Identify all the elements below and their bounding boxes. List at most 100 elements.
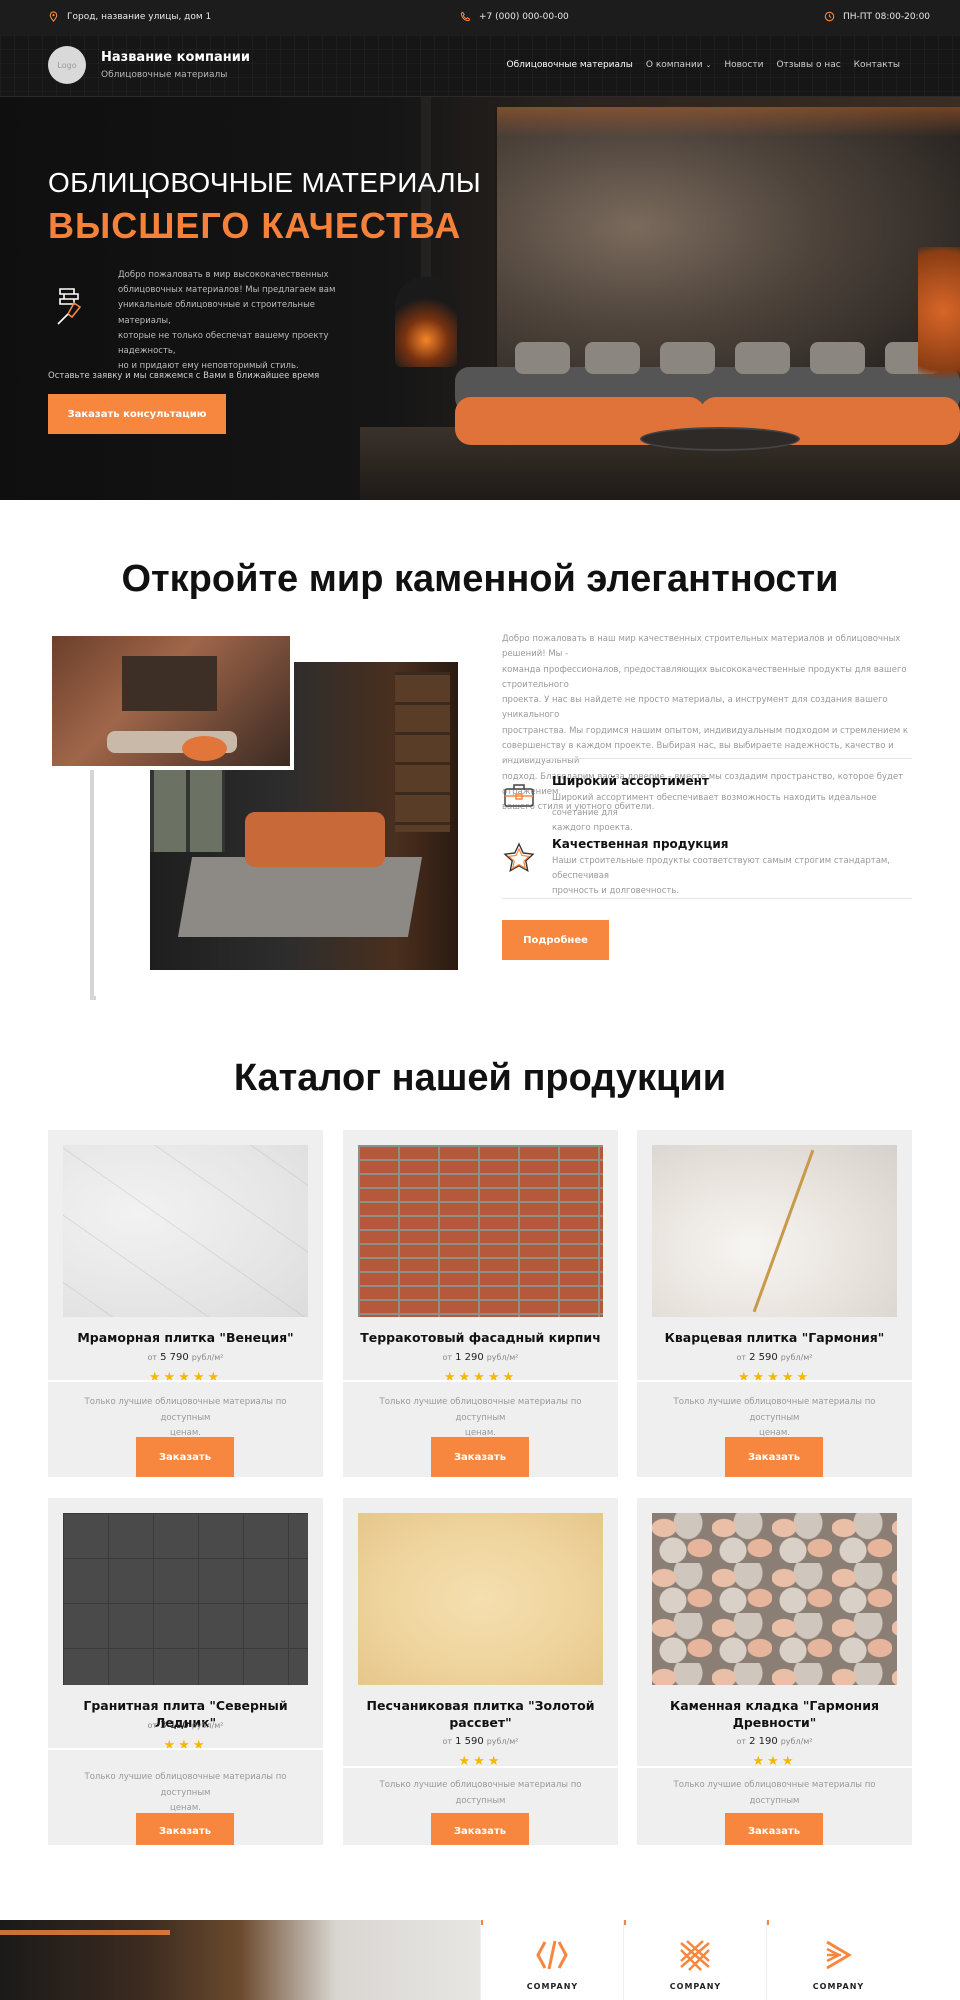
star-outline-icon	[503, 842, 535, 872]
about-text-line: пространства. Мы гордимся нашим опытом, …	[502, 725, 909, 736]
price-prefix: от	[442, 1737, 453, 1746]
phone-item[interactable]: +7 (000) 000-00-00	[460, 11, 569, 22]
hero-title-line1: ОБЛИЦОВОЧНЫЕ МАТЕРИАЛЫ	[48, 167, 482, 198]
feature-title: Широкий ассортимент	[552, 774, 709, 788]
product-price: от 2 590 рубл/м²	[637, 1352, 912, 1363]
product-card[interactable]: Песчаниковая плитка "Золотой рассвет" от 1…	[343, 1498, 618, 1845]
product-description-line: Только лучшие облицовочные материалы по …	[84, 1397, 287, 1423]
product-image[interactable]	[652, 1513, 897, 1685]
more-button[interactable]: Подробнее	[502, 920, 609, 960]
company-subtitle: Облицовочные материалы	[101, 70, 228, 80]
feature-description-line: прочность и долговечность.	[552, 886, 680, 896]
price-unit: рубл/м²	[780, 1737, 813, 1746]
about-text-line: команда профессионалов, предоставляющих …	[502, 664, 907, 690]
chevron-down-icon: ⌄	[705, 61, 712, 69]
clock-icon	[824, 11, 835, 22]
phone-text[interactable]: +7 (000) 000-00-00	[479, 12, 569, 22]
address-text: Город, название улицы, дом 1	[67, 11, 212, 22]
price-unit: рубл/м²	[191, 1721, 224, 1730]
order-button[interactable]: Заказать	[136, 1437, 234, 1477]
nav-item-news[interactable]: Новости	[724, 60, 763, 70]
trowel-brick-icon	[57, 288, 82, 325]
product-name[interactable]: Песчаниковая плитка "Золотой рассвет"	[353, 1697, 608, 1731]
price-unit: рубл/м²	[780, 1353, 813, 1362]
product-card[interactable]: Каменная кладка "Гармония Древности" от 2 …	[637, 1498, 912, 1845]
interior-image-small	[48, 632, 294, 770]
hero-title-line2: ВЫСШЕГО КАЧЕСТВА	[48, 205, 462, 246]
product-card[interactable]: Кварцевая плитка "Гармония" от 2 590 рубл/…	[637, 1130, 912, 1477]
product-image[interactable]	[358, 1513, 603, 1685]
phone-icon	[460, 11, 471, 22]
product-name[interactable]: Каменная кладка "Гармония Древности"	[647, 1697, 902, 1731]
pouf	[182, 736, 227, 761]
top-bar: Город, название улицы, дом 1 +7 (000) 00…	[0, 0, 960, 35]
stone-panel	[122, 656, 217, 711]
feature-description-line: Наши строительные продукты соответствуют…	[552, 856, 891, 881]
product-name[interactable]: Терракотовый фасадный кирпич	[353, 1329, 608, 1346]
order-button[interactable]: Заказать	[725, 1813, 823, 1845]
fireplace	[395, 277, 457, 367]
product-image[interactable]	[652, 1145, 897, 1317]
partner-logo[interactable]: COMPANY	[480, 1920, 623, 2000]
product-name-line: Древности"	[732, 1715, 817, 1730]
feature-description: Наши строительные продукты соответствуют…	[552, 854, 912, 899]
price-value: 2 590	[749, 1352, 778, 1363]
card-divider	[48, 1380, 323, 1382]
order-button[interactable]: Заказать	[431, 1437, 529, 1477]
brackets-logo-icon	[536, 1940, 568, 1970]
lattice-logo-icon	[680, 1940, 710, 1971]
nav-item-about[interactable]: О компании ⌄	[646, 60, 711, 70]
price-prefix: от	[147, 1353, 158, 1362]
rating-stars: ★★★	[163, 1738, 208, 1753]
product-image[interactable]	[63, 1145, 308, 1317]
order-consultation-button[interactable]: Заказать консультацию	[48, 394, 226, 434]
about-title: Откройте мир каменной элегантности	[121, 558, 839, 600]
logo[interactable]: Logo	[48, 46, 86, 84]
location-pin-icon	[49, 11, 58, 22]
partner-name: COMPANY	[669, 1982, 722, 1991]
product-description-line: Только лучшие облицовочные материалы по …	[84, 1772, 287, 1798]
divider	[502, 898, 912, 899]
hero-description: Добро пожаловать в мир высококачественны…	[118, 268, 368, 374]
main-nav: Облицовочные материалы О компании ⌄ Ново…	[507, 60, 901, 70]
price-value: 1 290	[455, 1352, 484, 1363]
partner-name: COMPANY	[526, 1982, 579, 1991]
product-image[interactable]	[358, 1145, 603, 1317]
product-card[interactable]: Терракотовый фасадный кирпич от 1 290 рубл…	[343, 1130, 618, 1477]
rating-stars: ★★★★★	[443, 1370, 518, 1385]
product-card[interactable]: Мраморная плитка "Венеция" от 5 790 рубл/м…	[48, 1130, 323, 1477]
product-description: Только лучшие облицовочные материалы по …	[73, 1395, 298, 1442]
product-name[interactable]: Кварцевая плитка "Гармония"	[647, 1329, 902, 1346]
product-description-line: Только лучшие облицовочные материалы по …	[379, 1397, 582, 1423]
cushion	[735, 342, 790, 374]
product-card[interactable]: Гранитная плита "Северный Ледник" от 3 19…	[48, 1498, 323, 1845]
order-button[interactable]: Заказать	[725, 1437, 823, 1477]
partner-logo[interactable]: COMPANY	[766, 1920, 909, 2000]
nav-item-reviews[interactable]: Отзывы о нас	[776, 60, 840, 70]
price-prefix: от	[736, 1737, 747, 1746]
company-name: Название компании	[101, 50, 250, 65]
nav-item-materials[interactable]: Облицовочные материалы	[507, 60, 633, 70]
order-button[interactable]: Заказать	[136, 1813, 234, 1845]
rug	[177, 857, 423, 937]
price-value: 3 190	[160, 1720, 189, 1731]
product-price: от 1 590 рубл/м²	[343, 1736, 618, 1747]
feature-description: Широкий ассортимент обеспечивает возможн…	[552, 791, 912, 836]
nav-item-contacts[interactable]: Контакты	[854, 60, 900, 70]
partner-logo[interactable]: COMPANY	[623, 1920, 766, 2000]
cushion	[810, 342, 865, 374]
site-header: Logo Название компании Облицовочные мате…	[0, 35, 960, 97]
product-name[interactable]: Мраморная плитка "Венеция"	[58, 1329, 313, 1346]
cushion	[585, 342, 640, 374]
order-button[interactable]: Заказать	[431, 1813, 529, 1845]
product-description: Только лучшие облицовочные материалы по …	[73, 1770, 298, 1817]
product-image[interactable]	[63, 1513, 308, 1685]
hero-description-line: облицовочных материалов! Мы предлагаем в…	[118, 285, 336, 296]
product-description-line: Только лучшие облицовочные материалы по …	[379, 1780, 582, 1806]
price-unit: рубл/м²	[486, 1737, 519, 1746]
stripes-logo-icon	[826, 1940, 852, 1970]
price-value: 5 790	[160, 1352, 189, 1363]
product-description: Только лучшие облицовочные материалы по …	[662, 1395, 887, 1442]
hero-description-line: Добро пожаловать в мир высококачественны…	[118, 270, 329, 280]
rating-stars: ★★★★★	[148, 1370, 223, 1385]
